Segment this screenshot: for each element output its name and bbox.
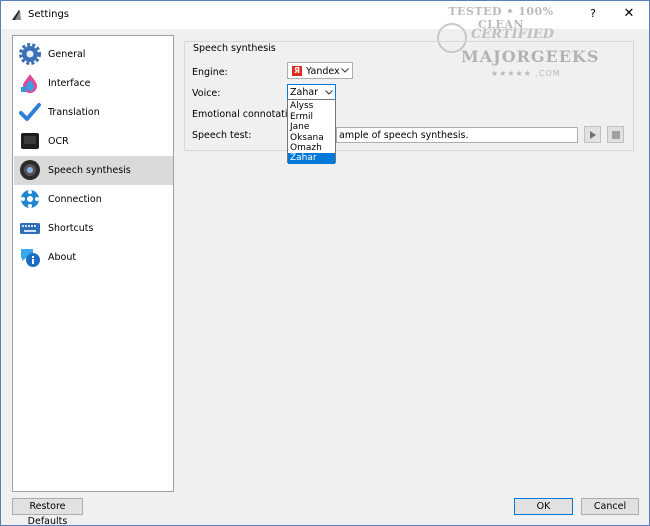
close-button[interactable]: ✕ [617, 6, 641, 24]
settings-window: Settings ? ✕ TESTED • 100% CLEAN CERTIFI… [0, 0, 650, 526]
sidebar-item-speech-synthesis[interactable]: Speech synthesis [14, 156, 173, 185]
voice-option[interactable]: Jane [288, 122, 335, 133]
engine-select[interactable]: Я Yandex [287, 62, 353, 79]
cancel-button[interactable]: Cancel [581, 498, 639, 515]
settings-sidebar: General Interface Translation OCR Speech… [12, 35, 174, 492]
sidebar-item-connection[interactable]: Connection [14, 185, 173, 214]
speaker-icon [20, 160, 40, 180]
restore-defaults-button[interactable]: Restore Defaults [12, 498, 83, 526]
help-button[interactable]: ? [583, 7, 603, 23]
voice-option-selected[interactable]: Zahar [288, 153, 335, 164]
paint-icon [21, 74, 37, 93]
speech-test-input[interactable]: ample of speech synthesis. [336, 127, 578, 143]
play-icon [590, 131, 596, 139]
sidebar-item-translation[interactable]: Translation [14, 98, 173, 127]
voice-option[interactable]: Oksana [288, 133, 335, 144]
sidebar-item-label: About [48, 252, 77, 263]
voice-label: Voice: [192, 88, 221, 99]
network-icon [21, 190, 39, 208]
sidebar-item-label: Shortcuts [48, 223, 94, 234]
sidebar-item-label: Interface [48, 78, 91, 89]
sidebar-item-shortcuts[interactable]: Shortcuts [14, 214, 173, 243]
chevron-down-icon [341, 68, 349, 73]
engine-value: Yandex [306, 66, 340, 77]
voice-value: Zahar [290, 87, 319, 98]
checkmark-icon [19, 103, 41, 121]
sidebar-item-label: OCR [48, 136, 69, 147]
stop-button[interactable] [607, 126, 624, 143]
speech-test-value: ample of speech synthesis. [339, 130, 469, 141]
voice-option[interactable]: Ermil [288, 112, 335, 123]
sidebar-item-about[interactable]: About [14, 243, 173, 272]
stop-icon [612, 131, 620, 139]
group-title: Speech synthesis [192, 43, 277, 54]
voice-select[interactable]: Zahar [287, 84, 336, 100]
sidebar-item-label: Translation [48, 107, 100, 118]
chevron-down-icon [325, 90, 333, 95]
app-logo-icon [12, 10, 21, 20]
sidebar-item-ocr[interactable]: OCR [14, 127, 173, 156]
gear-icon [19, 43, 41, 65]
play-button[interactable] [584, 126, 601, 143]
voice-dropdown-list: Alyss Ermil Jane Oksana Omazh Zahar [287, 99, 336, 164]
speech-test-label: Speech test: [192, 130, 252, 141]
sidebar-item-interface[interactable]: Interface [14, 69, 173, 98]
info-icon [21, 249, 40, 267]
voice-option[interactable]: Omazh [288, 143, 335, 154]
yandex-logo-icon: Я [292, 66, 302, 76]
sidebar-item-label: General [48, 49, 86, 60]
sidebar-item-general[interactable]: General [14, 40, 173, 69]
watermark-line-certified: CERTIFIED [471, 27, 555, 42]
ok-button[interactable]: OK [514, 498, 573, 515]
window-title: Settings [28, 9, 70, 20]
voice-option[interactable]: Alyss [288, 101, 335, 112]
ocr-icon [21, 133, 39, 149]
engine-label: Engine: [192, 67, 228, 78]
sidebar-item-label: Connection [48, 194, 102, 205]
keyboard-icon [20, 223, 40, 234]
emotion-label: Emotional connotation: [192, 109, 303, 120]
sidebar-item-label: Speech synthesis [48, 165, 131, 176]
